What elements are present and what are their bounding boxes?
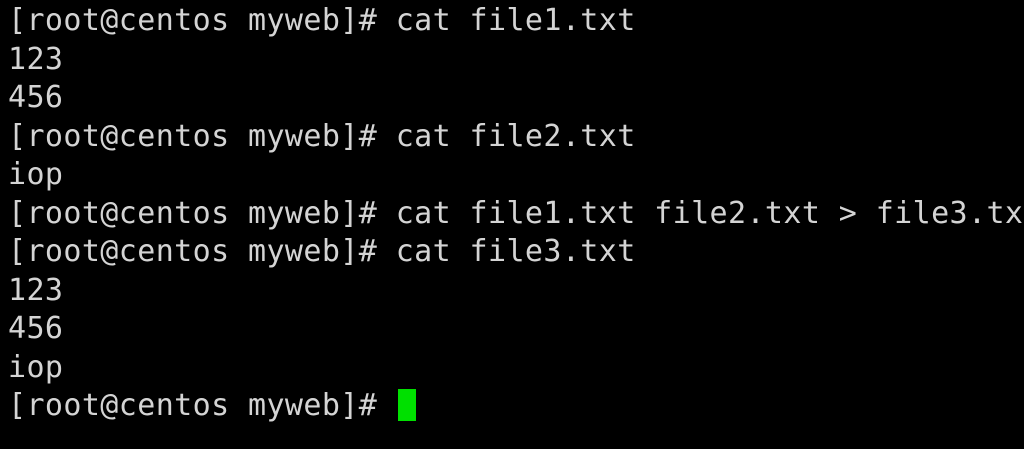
terminal-output-line: iop [8, 349, 64, 385]
terminal-output-line: 123 [8, 41, 64, 77]
terminal-prompt-line: [root@centos myweb]# cat file1.txt file2… [8, 195, 1024, 231]
terminal-output-line: 456 [8, 80, 64, 115]
terminal-window[interactable]: [root@centos myweb]# cat file1.txt 123 4… [0, 0, 1024, 449]
terminal-output-line: 456 [8, 311, 64, 346]
terminal-prompt-line: [root@centos myweb]# cat file2.txt [8, 118, 636, 154]
text-cursor [397, 389, 416, 421]
terminal-output-line: 123 [8, 272, 64, 308]
terminal-output-line: iop [8, 157, 64, 192]
terminal-prompt-line: [root@centos myweb]# cat file1.txt [8, 3, 636, 38]
current-prompt: [root@centos myweb]# [8, 388, 396, 423]
terminal-input-line[interactable]: [root@centos myweb]# [8, 387, 1024, 426]
terminal-prompt-line: [root@centos myweb]# cat file3.txt [8, 234, 636, 269]
